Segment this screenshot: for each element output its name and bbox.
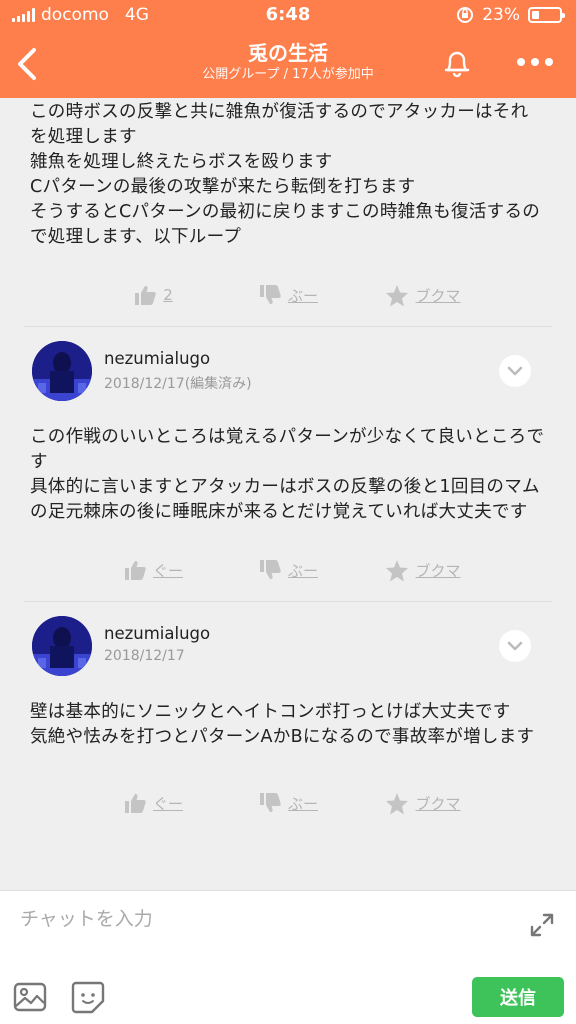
page-title: 兎の生活 [248,41,328,65]
comment-menu-button[interactable] [499,355,531,387]
like-button[interactable]: ぐー [86,559,221,581]
expand-button[interactable] [526,909,558,941]
post-text: この時ボスの反撃と共に雑魚が復活するのでアタッカーはそれを処理します 雑魚を処理… [30,102,541,247]
bookmark-button[interactable]: ブクマ [356,559,491,582]
chevron-left-icon [18,48,36,80]
title-block: 兎の生活 公開グループ / 17人が参加中 [120,40,456,84]
comment-header: nezumialugo 2018/12/17(編集済み) [0,327,576,425]
dislike-button[interactable]: ぶー [221,559,356,581]
sticker-icon [71,981,105,1014]
thumbs-up-icon [124,794,146,813]
like-label: ぐー [152,794,183,813]
page-subtitle: 公開グループ / 17人が参加中 [202,67,374,82]
back-button[interactable] [8,42,48,86]
notification-button[interactable] [438,44,476,82]
thumbs-up-icon [135,286,156,305]
like-label: ぐー [152,561,183,580]
post-text: 壁は基本的にソニックとヘイトコンボ打っとけば大丈夫です 気絶や怯みを打つとパター… [30,702,535,747]
bookmark-label: ブクマ [415,286,461,305]
thumbs-down-icon [259,560,281,579]
comment: nezumialugo 2018/12/17(編集済み) この作戦のいいところは… [0,327,576,599]
post-text: この作戦のいいところは覚えるパターンが少なくて良いところです 具体的に言いますと… [30,427,545,522]
avatar-image [32,341,92,401]
dislike-label: ぶー [287,286,318,305]
bell-icon [444,51,470,78]
battery-percent: 23% [482,5,520,25]
comment: nezumialugo 2018/12/17 壁は基本的にソニックとヘイトコンボ… [0,602,576,832]
image-button[interactable] [12,979,48,1015]
star-icon [386,559,409,581]
expand-icon [530,913,554,937]
thumbs-up-icon [124,561,146,580]
chevron-down-icon [507,366,523,376]
orientation-lock-icon [457,7,474,23]
post: この時ボスの反撃と共に雑魚が復活するのでアタッカーはそれを処理します 雑魚を処理… [0,98,576,324]
like-button[interactable]: ぐー [86,792,221,814]
comment-header: nezumialugo 2018/12/17 [0,602,576,700]
avatar[interactable] [32,616,92,676]
bookmark-button[interactable]: ブクマ [356,284,491,307]
status-bar: docomo 4G 6:48 23% [0,0,576,32]
star-icon [386,792,409,814]
post-date: 2018/12/17 [104,648,185,664]
post-date: 2018/12/17(編集済み) [104,376,252,392]
bookmark-button[interactable]: ブクマ [356,792,491,815]
dot-icon [517,58,525,66]
like-count: 2 [163,286,173,304]
more-options-button[interactable] [512,50,558,74]
app-header: docomo 4G 6:48 23% 兎の生活 公開グループ / 17人が参加中 [0,0,576,98]
dot-icon [545,58,553,66]
username[interactable]: nezumialugo [104,349,210,368]
star-icon [386,284,409,306]
bookmark-label: ブクマ [415,794,461,813]
chat-content[interactable]: この時ボスの反撃と共に雑魚が復活するのでアタッカーはそれを処理します 雑魚を処理… [0,98,576,890]
chat-composer: 送信 [0,890,576,1024]
status-right: 23% [456,5,565,25]
sticker-button[interactable] [70,979,106,1015]
bookmark-label: ブクマ [415,561,461,580]
send-button[interactable]: 送信 [472,977,564,1017]
battery-icon [528,7,565,23]
post-actions: ぐー ぶー ブクマ [0,774,576,832]
chevron-down-icon [507,641,523,651]
avatar[interactable] [32,341,92,401]
like-button[interactable]: 2 [86,284,221,306]
dot-icon [531,58,539,66]
image-icon [13,982,47,1012]
thumbs-down-icon [259,285,281,304]
avatar-image [32,616,92,676]
dislike-label: ぶー [287,561,318,580]
thumbs-down-icon [259,793,281,812]
username[interactable]: nezumialugo [104,624,210,643]
dislike-label: ぶー [287,794,318,813]
comment-menu-button[interactable] [499,630,531,662]
post-actions: 2 ぶー ブクマ [0,266,576,324]
dislike-button[interactable]: ぶー [221,284,356,306]
dislike-button[interactable]: ぶー [221,792,356,814]
chat-input[interactable] [20,903,500,935]
post-actions: ぐー ぶー ブクマ [0,541,576,599]
